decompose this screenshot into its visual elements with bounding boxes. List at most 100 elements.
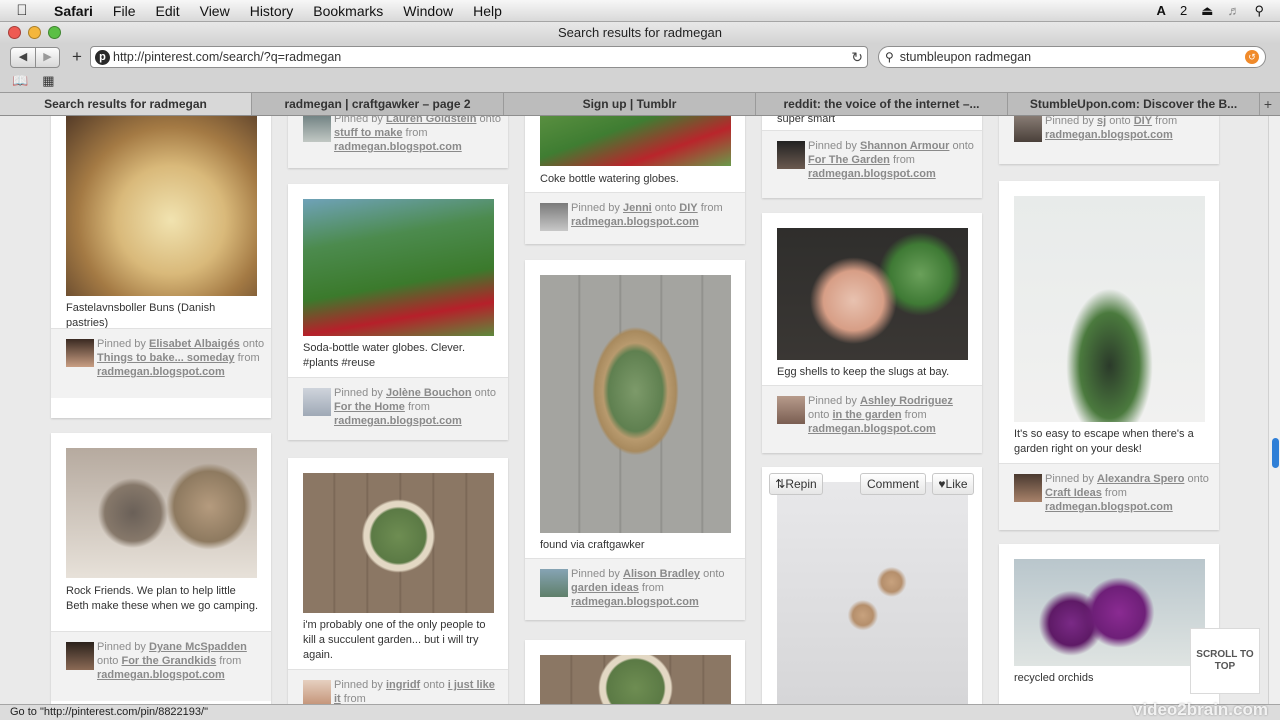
reading-list-icon[interactable]: 📖 <box>12 73 28 89</box>
back-button[interactable]: ◀ <box>11 48 35 67</box>
tab-reddit[interactable]: reddit: the voice of the internet –... <box>756 93 1008 115</box>
pin-image[interactable] <box>303 473 494 613</box>
pin-card[interactable]: recycled orchids <box>999 544 1219 704</box>
avatar[interactable] <box>1014 116 1042 142</box>
source-link[interactable]: radmegan.blogspot.com <box>334 141 462 153</box>
source-link[interactable]: radmegan.blogspot.com <box>97 366 225 378</box>
pin-image[interactable] <box>303 199 494 336</box>
forward-button[interactable]: ▶ <box>35 47 59 67</box>
pinner-link[interactable]: Lauren Goldstein <box>386 116 476 125</box>
menu-edit[interactable]: Edit <box>145 3 189 19</box>
pin-card[interactable]: Rock Friends. We plan to help little Bet… <box>51 433 271 704</box>
pin-image[interactable] <box>540 275 731 533</box>
top-sites-icon[interactable]: ▦ <box>42 73 54 89</box>
scrollbar-thumb[interactable] <box>1272 438 1279 468</box>
board-link[interactable]: For the Grandkids <box>121 655 216 667</box>
pinner-link[interactable]: Elisabet Albaigés <box>149 338 240 350</box>
source-link[interactable]: radmegan.blogspot.com <box>571 216 699 228</box>
board-link[interactable]: DIY <box>1134 116 1152 127</box>
avatar[interactable] <box>777 141 805 169</box>
source-link[interactable]: radmegan.blogspot.com <box>1045 129 1173 141</box>
pin-card[interactable]: Fastelavnsboller Buns (Danish pastries) … <box>51 116 271 418</box>
search-field[interactable]: ⚲ stumbleupon radmegan ↺ <box>878 46 1266 68</box>
pin-image[interactable] <box>1014 559 1205 666</box>
board-link[interactable]: Craft Ideas <box>1045 487 1102 499</box>
board-link[interactable]: DIY <box>679 202 697 214</box>
pin-image[interactable] <box>777 482 968 704</box>
comment-button[interactable]: Comment <box>860 473 926 495</box>
address-text[interactable]: http://pinterest.com/search/?q=radmegan <box>113 50 851 64</box>
pin-image[interactable] <box>540 655 731 704</box>
pin-card[interactable]: Pinned by Lauren Goldstein onto stuff to… <box>288 116 508 168</box>
menu-app[interactable]: Safari <box>44 3 103 19</box>
menu-help[interactable]: Help <box>463 3 512 19</box>
pin-image[interactable] <box>777 228 968 360</box>
pin-image[interactable] <box>66 116 257 296</box>
source-link[interactable]: radmegan.blogspot.com <box>97 669 225 681</box>
reload-icon[interactable]: ↻ <box>851 49 863 66</box>
menu-file[interactable]: File <box>103 3 146 19</box>
avatar[interactable] <box>303 680 331 704</box>
pin-card[interactable]: found via craftgawker Pinned by Alison B… <box>525 260 745 620</box>
pin-card[interactable]: Egg shells to keep the slugs at bay. Pin… <box>762 213 982 453</box>
new-tab-button[interactable]: + <box>1260 93 1276 115</box>
avatar[interactable] <box>303 388 331 416</box>
pinner-link[interactable]: Alison Bradley <box>623 568 700 580</box>
avatar[interactable] <box>777 396 805 424</box>
pin-card-hovered[interactable]: ⇅Repin Comment ♥Like <box>762 467 982 704</box>
source-link[interactable]: radmegan.blogspot.com <box>808 423 936 435</box>
search-text[interactable]: stumbleupon radmegan <box>900 50 1245 64</box>
address-bar[interactable]: p http://pinterest.com/search/?q=radmega… <box>90 46 868 68</box>
close-window-button[interactable] <box>8 26 21 39</box>
pin-card[interactable] <box>525 640 745 704</box>
avatar[interactable] <box>540 569 568 597</box>
notification-count[interactable]: 2 <box>1180 3 1187 18</box>
board-link[interactable]: For The Garden <box>808 154 890 166</box>
scroll-to-top-button[interactable]: SCROLL TO TOP <box>1190 628 1260 694</box>
avatar[interactable] <box>540 203 568 231</box>
board-link[interactable]: Things to bake... someday <box>97 352 235 364</box>
add-bookmark-button[interactable]: + <box>66 47 88 68</box>
minimize-window-button[interactable] <box>28 26 41 39</box>
pinner-link[interactable]: Ashley Rodriguez <box>860 395 953 407</box>
board-link[interactable]: garden ideas <box>571 582 639 594</box>
vertical-scrollbar[interactable] <box>1268 116 1280 704</box>
pinner-link[interactable]: Dyane McSpadden <box>149 641 247 653</box>
pinner-link[interactable]: Jolène Bouchon <box>386 387 472 399</box>
tab-craftgawker[interactable]: radmegan | craftgawker – page 2 <box>252 93 504 115</box>
volume-icon[interactable]: ♬ <box>1227 3 1240 18</box>
pin-card[interactable]: i'm probably one of the only people to k… <box>288 458 508 704</box>
board-link[interactable]: For the Home <box>334 401 405 413</box>
avatar[interactable] <box>1014 474 1042 502</box>
zoom-window-button[interactable] <box>48 26 61 39</box>
pin-image[interactable] <box>66 448 257 578</box>
avatar[interactable] <box>66 339 94 367</box>
pin-card[interactable]: Soda-bottle water globes. Clever. #plant… <box>288 184 508 440</box>
pin-card[interactable]: Coke bottle watering globes. Pinned by J… <box>525 116 745 244</box>
like-button[interactable]: ♥Like <box>932 473 974 495</box>
pinner-link[interactable]: Shannon Armour <box>860 140 949 152</box>
pinner-link[interactable]: Jenni <box>623 202 652 214</box>
tab-stumbleupon[interactable]: StumbleUpon.com: Discover the B... <box>1008 93 1260 115</box>
source-link[interactable]: radmegan.blogspot.com <box>1045 501 1173 513</box>
pinner-link[interactable]: sj <box>1097 116 1106 127</box>
source-link[interactable]: radmegan.blogspot.com <box>334 415 462 427</box>
board-link[interactable]: stuff to make <box>334 127 402 139</box>
tab-search-results[interactable]: Search results for radmegan <box>0 93 252 115</box>
pinner-link[interactable]: ingridf <box>386 679 420 691</box>
pinner-link[interactable]: Alexandra Spero <box>1097 473 1184 485</box>
board-link[interactable]: in the garden <box>832 409 901 421</box>
source-link[interactable]: radmegan.blogspot.com <box>571 596 699 608</box>
input-menu-icon[interactable]: A <box>1157 3 1166 18</box>
source-link[interactable]: radmegan.blogspot.com <box>808 168 936 180</box>
eject-icon[interactable]: ⏏ <box>1201 3 1213 19</box>
tab-tumblr[interactable]: Sign up | Tumblr <box>504 93 756 115</box>
snapback-icon[interactable]: ↺ <box>1245 50 1259 64</box>
pin-card[interactable]: It's so easy to escape when there's a ga… <box>999 181 1219 530</box>
menu-bookmarks[interactable]: Bookmarks <box>303 3 393 19</box>
pin-card[interactable]: super smart Pinned by Shannon Armour ont… <box>762 116 982 198</box>
menu-window[interactable]: Window <box>393 3 463 19</box>
menu-view[interactable]: View <box>190 3 240 19</box>
pin-image[interactable] <box>1014 196 1205 422</box>
pin-image[interactable] <box>540 116 731 166</box>
